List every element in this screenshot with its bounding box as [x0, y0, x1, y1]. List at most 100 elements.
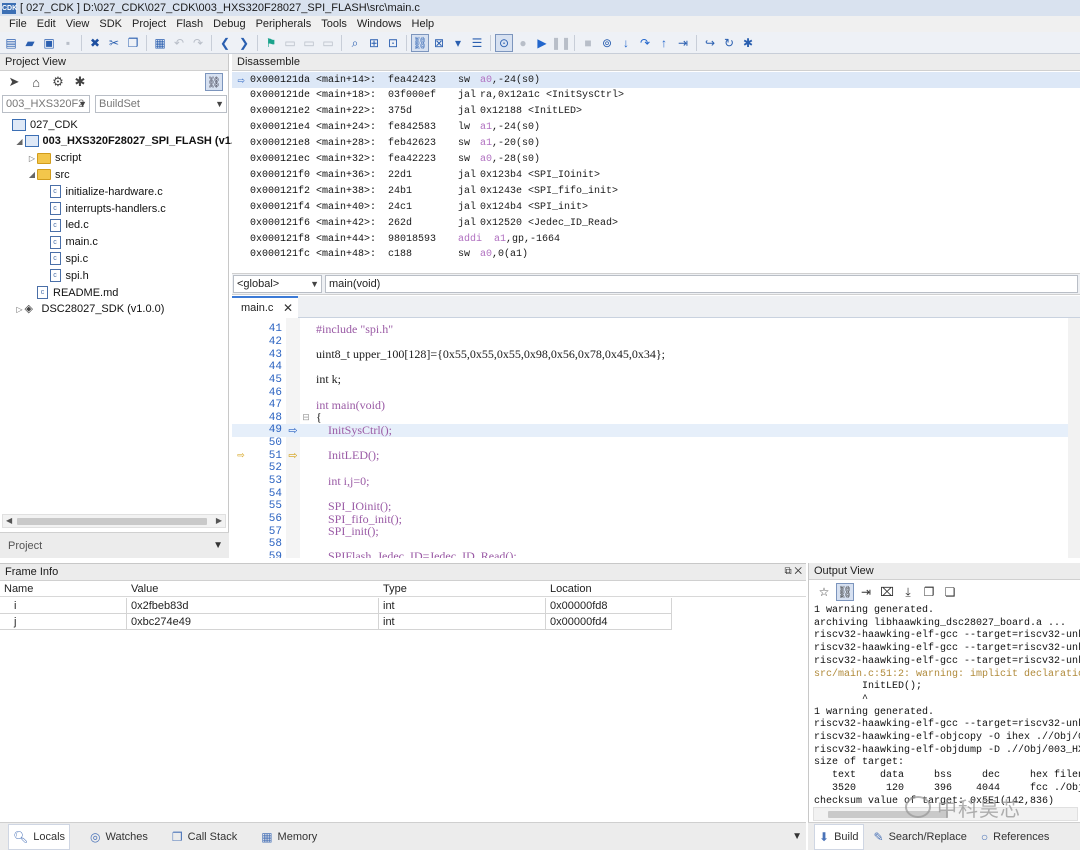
- menu-view[interactable]: View: [61, 18, 95, 30]
- step-into-icon[interactable]: ↓: [617, 34, 635, 52]
- disasm-row[interactable]: 0x000121fc <main+48>: c188 sw a0,0(a1): [232, 247, 1080, 263]
- disasm-row[interactable]: 0x000121de <main+18>: 03f000ef jal ra,0x12a…: [232, 88, 1080, 104]
- tree-item[interactable]: 027_CDK: [2, 116, 78, 133]
- buildset-combo[interactable]: BuildSet ▼: [95, 95, 227, 113]
- col-value[interactable]: Value: [127, 581, 379, 597]
- project-tab[interactable]: Project: [8, 540, 42, 552]
- zoom-icon[interactable]: ⊙: [495, 33, 513, 52]
- redo-icon[interactable]: ↷: [189, 34, 207, 52]
- tree-item[interactable]: c spi.h: [40, 267, 89, 284]
- open-folder-icon[interactable]: ▰: [21, 34, 39, 52]
- run-icon[interactable]: ▶: [533, 34, 551, 52]
- tab-main-c[interactable]: main.c ✕: [232, 296, 298, 318]
- back-arrow-icon[interactable]: ❮: [216, 34, 234, 52]
- scroll-right-icon[interactable]: ▶: [216, 515, 222, 527]
- bug-icon[interactable]: ✱: [72, 74, 88, 90]
- star-icon[interactable]: ☆: [815, 583, 833, 601]
- tree-item[interactable]: c initialize-hardware.c: [40, 183, 163, 200]
- disasm-row[interactable]: 0x000121f2 <main+38>: 24b1 jal 0x1243e <SPI…: [232, 183, 1080, 199]
- run-to-cursor-icon[interactable]: ⇥: [674, 34, 692, 52]
- list-icon[interactable]: ☰: [468, 34, 486, 52]
- reset-icon[interactable]: ⊚: [598, 34, 616, 52]
- menu-debug[interactable]: Debug: [208, 18, 250, 30]
- bookmark-flag-icon[interactable]: ⚑: [262, 34, 280, 52]
- menu-sdk[interactable]: SDK: [94, 18, 127, 30]
- tree-item[interactable]: c interrupts-handlers.c: [40, 200, 166, 217]
- bug-icon[interactable]: ✱: [739, 34, 757, 52]
- open-project-icon[interactable]: ▣: [40, 34, 58, 52]
- code-line[interactable]: 59 SPIFlash_Jedec_ID=Jedec_ID_Read();: [232, 549, 1080, 558]
- code-line[interactable]: 47 int main(void): [232, 398, 1080, 412]
- disasm-row[interactable]: 0x000121f0 <main+36>: 22d1 jal 0x123b4 <SPI…: [232, 167, 1080, 183]
- menu-edit[interactable]: Edit: [32, 18, 61, 30]
- tab-build[interactable]: ⬇ Build: [814, 823, 864, 850]
- undo-icon[interactable]: ↶: [170, 34, 188, 52]
- global-scope-combo[interactable]: <global> ▼: [233, 275, 322, 293]
- pause-icon[interactable]: ❚❚: [551, 34, 571, 52]
- disasm-row[interactable]: 0x000121e8 <main+28>: feb42623 sw a1,-20(s0…: [232, 136, 1080, 152]
- step-over-icon[interactable]: ↷: [636, 34, 654, 52]
- tree-item[interactable]: ▷ ◈ DSC28027_SDK (v1.0.0): [15, 301, 164, 318]
- function-scope-combo[interactable]: main(void): [325, 275, 1078, 293]
- col-type[interactable]: Type: [379, 581, 546, 597]
- locate-icon[interactable]: ➤: [6, 74, 22, 90]
- tab-references[interactable]: ○ References: [977, 824, 1054, 850]
- float-icon[interactable]: ⧉: [784, 566, 791, 577]
- tab-locals[interactable]: 🔍︎ Locals: [8, 823, 71, 850]
- code-line[interactable]: 49 ⇨ InitSysCtrl();: [232, 423, 1080, 437]
- tab-search-replace[interactable]: ✎ Search/Replace: [870, 824, 971, 850]
- forward-arrow-icon[interactable]: ❯: [235, 34, 253, 52]
- frame-info-row[interactable]: i 0x2fbeb83d int 0x00000fd8: [0, 598, 672, 614]
- code-line[interactable]: 57 SPI_init();: [232, 524, 1080, 538]
- breakpoint-marker-icon[interactable]: ⇨: [232, 450, 250, 461]
- code-line[interactable]: 44: [232, 361, 1080, 374]
- output-text[interactable]: 1 warning generated. archiving libhaawkin…: [814, 605, 1080, 808]
- code-line[interactable]: 45 int k;: [232, 372, 1080, 386]
- home-icon[interactable]: ⌂: [28, 75, 44, 90]
- code-editor[interactable]: 41 #include "spi.h" 42 43 uint8_t upper_100[…: [232, 318, 1080, 558]
- breakpoint-icon[interactable]: ●: [514, 34, 532, 52]
- tree-item[interactable]: c README.md: [27, 284, 118, 301]
- link-editor-icon[interactable]: ⛓: [205, 73, 223, 91]
- project-hscrollbar[interactable]: ◀ ▶: [2, 514, 226, 528]
- menu-help[interactable]: Help: [407, 18, 440, 30]
- menu-windows[interactable]: Windows: [352, 18, 407, 30]
- collapse-icon[interactable]: ◢: [27, 170, 37, 179]
- link-icon[interactable]: ⛓: [836, 583, 854, 601]
- menu-file[interactable]: File: [4, 18, 32, 30]
- menu-flash[interactable]: Flash: [171, 18, 208, 30]
- expand-icon[interactable]: ▷: [27, 154, 37, 163]
- clear-icon[interactable]: ⌧: [878, 583, 896, 601]
- disasm-row[interactable]: 0x000121f4 <main+40>: 24c1 jal 0x124b4 <SPI…: [232, 199, 1080, 215]
- tab-memory[interactable]: ▦ Memory: [257, 824, 321, 850]
- collapse-icon[interactable]: ◢: [15, 137, 25, 146]
- bookmark-prev-icon[interactable]: ▭: [281, 34, 299, 52]
- copy-icon[interactable]: ❐: [920, 583, 938, 601]
- col-location[interactable]: Location: [546, 581, 672, 597]
- chevron-down-icon[interactable]: ▼: [213, 540, 223, 551]
- find-replace-icon[interactable]: ⊡: [384, 34, 402, 52]
- disasm-row[interactable]: 0x000121f8 <main+44>: 98018593 addi a1,gp,-…: [232, 231, 1080, 247]
- debug-config-icon[interactable]: ⊠: [430, 34, 448, 52]
- bookmark-next-icon[interactable]: ▭: [300, 34, 318, 52]
- close-icon[interactable]: ✕: [794, 566, 802, 577]
- find-icon[interactable]: ⌕: [346, 34, 364, 52]
- wrap-icon[interactable]: ⇥: [857, 583, 875, 601]
- close-icon[interactable]: ✕: [283, 301, 293, 315]
- link-icon[interactable]: ⛓: [411, 33, 429, 52]
- expand-icon[interactable]: ▷: [15, 305, 25, 314]
- jump-icon[interactable]: ↪: [701, 34, 719, 52]
- copy-icon[interactable]: ❐: [124, 34, 142, 52]
- copy-all-icon[interactable]: ❏: [941, 583, 959, 601]
- editor-vscrollbar[interactable]: [1068, 318, 1080, 558]
- disasm-row[interactable]: 0x000121ec <main+32>: fea42223 sw a0,-28(s0…: [232, 152, 1080, 168]
- menu-peripherals[interactable]: Peripherals: [251, 18, 317, 30]
- chevron-down-icon[interactable]: ▼: [792, 831, 802, 842]
- code-line[interactable]: ⇨ 51 ⇨ InitLED();: [232, 448, 1080, 462]
- tree-item[interactable]: ◢ 003_HXS320F28027_SPI_FLASH (v1.0.0): [15, 133, 253, 150]
- tree-item[interactable]: ▷ script: [27, 150, 81, 167]
- step-out-icon[interactable]: ↑: [655, 34, 673, 52]
- tree-item[interactable]: c spi.c: [40, 250, 88, 267]
- bookmark-clear-icon[interactable]: ▭: [319, 34, 337, 52]
- restart-icon[interactable]: ↻: [720, 34, 738, 52]
